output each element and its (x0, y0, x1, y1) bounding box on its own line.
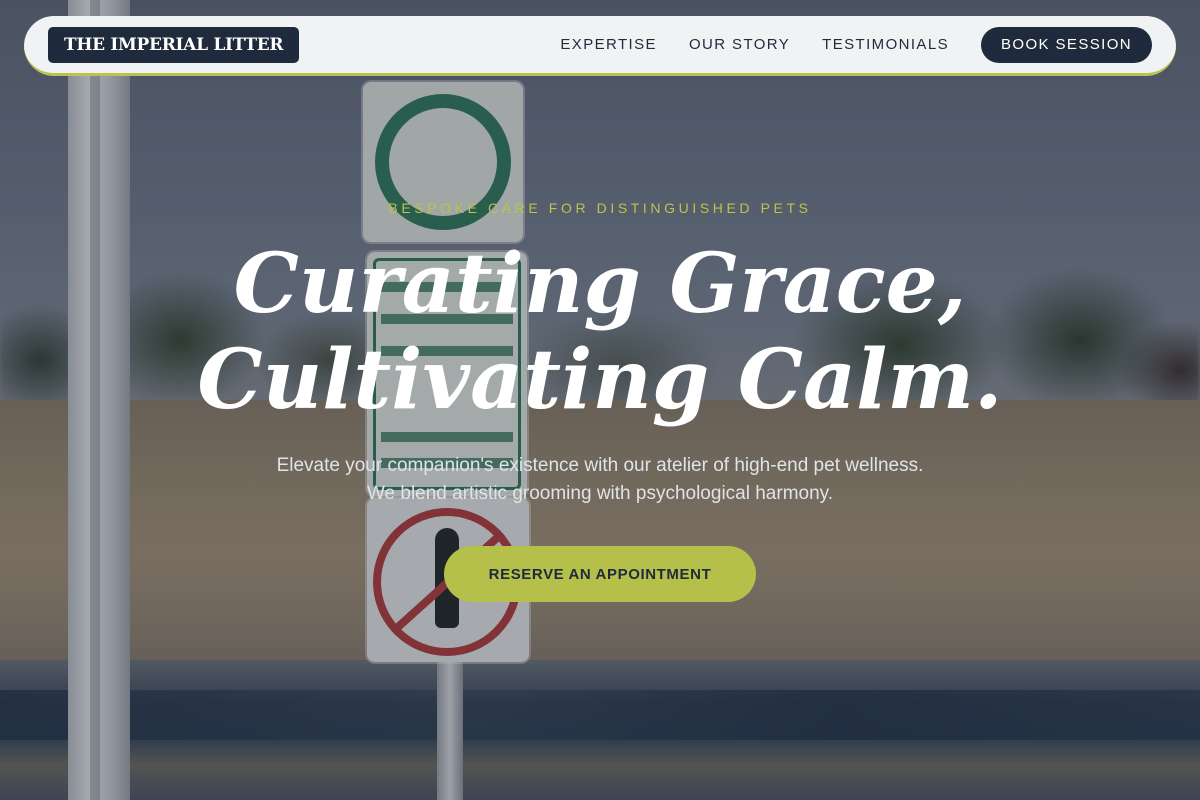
reserve-appointment-button[interactable]: RESERVE AN APPOINTMENT (444, 546, 756, 602)
hero-headline: Curating Grace, Cultivating Calm. (0, 236, 1200, 428)
hero-headline-line-1: Curating Grace, (233, 236, 967, 332)
hero-headline-line-2: Cultivating Calm. (197, 332, 1003, 428)
hero-eyebrow: BESPOKE CARE FOR DISTINGUISHED PETS (388, 200, 812, 216)
hero-section: BESPOKE CARE FOR DISTINGUISHED PETS Cura… (0, 0, 1200, 800)
hero-description: Elevate your companion's existence with … (276, 455, 924, 504)
